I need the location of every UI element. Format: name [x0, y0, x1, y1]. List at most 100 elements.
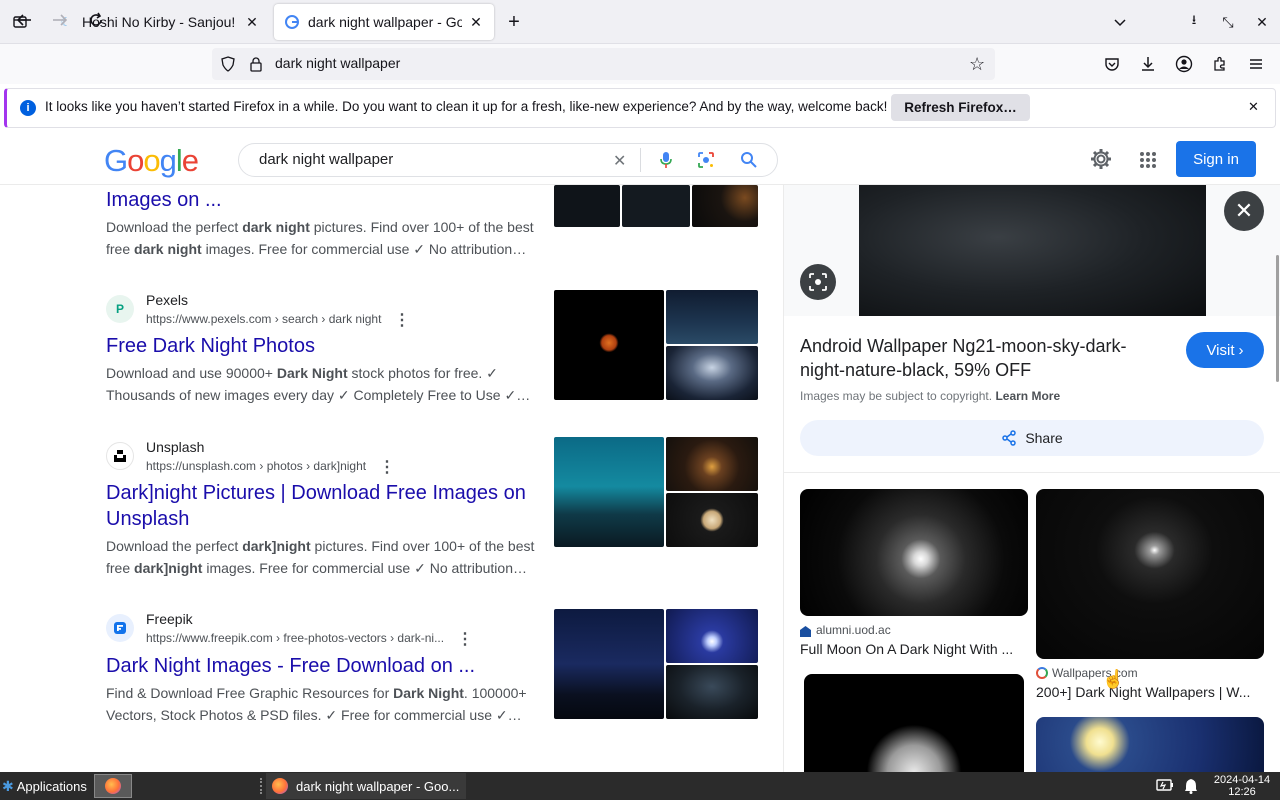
result-thumbnail[interactable]: [666, 346, 758, 400]
account-icon[interactable]: [1170, 50, 1198, 78]
firefox-icon: [272, 778, 288, 794]
freepik-favicon-icon: [106, 614, 134, 642]
learn-more-link[interactable]: Learn More: [995, 389, 1060, 403]
result-snippet: Download and use 90000+ Dark Night stock…: [106, 365, 531, 403]
restore-window-icon[interactable]: ⤡: [1214, 8, 1242, 36]
copyright-notice: Images may be subject to copyright. Lear…: [800, 389, 1061, 403]
panel-scrollbar[interactable]: [1276, 255, 1279, 382]
search-inside-image-lens-icon[interactable]: [800, 264, 836, 300]
related-image-thumbnail[interactable]: [800, 489, 1028, 616]
visit-button[interactable]: Visit ›: [1186, 332, 1264, 368]
xfce-logo-icon: ✱: [2, 777, 14, 794]
search-divider: [640, 148, 641, 172]
panel-divider: [784, 472, 1280, 473]
result-snippet: Find & Download Free Graphic Resources f…: [106, 685, 527, 723]
result-url[interactable]: https://www.freepik.com › free-photos-ve…: [146, 631, 444, 645]
firefox-launcher-button[interactable]: [94, 774, 132, 798]
result-url[interactable]: https://www.pexels.com › search › dark n…: [146, 312, 381, 326]
tab-google-search[interactable]: dark night wallpaper - Goog ✕: [274, 4, 494, 40]
refresh-firefox-button[interactable]: Refresh Firefox…: [891, 94, 1030, 121]
hand-cursor-icon: ☝: [1102, 669, 1125, 689]
result-more-options-icon[interactable]: ⋮: [394, 310, 410, 330]
result-title[interactable]: Dark]night Pictures | Download Free Imag…: [106, 480, 546, 532]
result-title[interactable]: Free Dark Night Photos: [106, 333, 315, 359]
result-title[interactable]: Dark Night Images - Free Download on ...: [106, 653, 475, 679]
result-snippet: Download the perfect dark night pictures…: [106, 219, 534, 257]
new-tab-button[interactable]: +: [500, 8, 528, 36]
search-input[interactable]: dark night wallpaper: [259, 151, 393, 168]
related-image-title[interactable]: Full Moon On A Dark Night With ...: [800, 641, 1028, 657]
result-thumbnail[interactable]: [554, 609, 664, 719]
taskbar-separator: [260, 778, 262, 794]
result-title[interactable]: Images on ...: [106, 187, 222, 213]
result-site-name[interactable]: Unsplash: [146, 439, 204, 455]
clock-time: 12:26: [1228, 786, 1256, 798]
info-icon: i: [20, 100, 36, 116]
notification-bell-icon[interactable]: [1184, 778, 1198, 799]
related-image-source[interactable]: alumni.uod.ac: [816, 623, 891, 637]
list-tabs-chevron-icon[interactable]: [1106, 8, 1134, 36]
taskbar-window-firefox[interactable]: dark night wallpaper - Goo...: [266, 773, 466, 799]
result-thumbnail[interactable]: [554, 290, 664, 400]
unsplash-favicon-icon: [106, 442, 134, 470]
result-thumbnail[interactable]: [692, 185, 758, 227]
result-more-options-icon[interactable]: ⋮: [379, 457, 395, 477]
related-image-thumbnail[interactable]: [1036, 717, 1264, 772]
result-thumbnail[interactable]: [554, 185, 620, 227]
result-url[interactable]: https://unsplash.com › photos › dark]nig…: [146, 459, 366, 473]
close-notification-icon[interactable]: ✕: [1248, 99, 1259, 115]
reload-button[interactable]: [82, 6, 110, 34]
preview-title[interactable]: Android Wallpaper Ng21-moon-sky-dark-nig…: [800, 334, 1160, 382]
search-magnifier-icon[interactable]: [740, 151, 758, 174]
pocket-icon[interactable]: [1098, 50, 1126, 78]
address-bar-text[interactable]: dark night wallpaper: [275, 55, 400, 71]
back-button[interactable]: [10, 6, 38, 34]
minimize-window-icon[interactable]: ⭳: [1180, 8, 1208, 36]
clock-date: 2024-04-14: [1213, 774, 1271, 786]
google-lens-icon[interactable]: [697, 151, 715, 174]
menu-hamburger-icon[interactable]: [1242, 50, 1270, 78]
result-site-name[interactable]: Pexels: [146, 292, 188, 308]
forward-button[interactable]: [46, 6, 74, 34]
close-preview-icon[interactable]: ✕: [1224, 191, 1264, 231]
related-image-thumbnail[interactable]: [1036, 489, 1264, 659]
related-image-thumbnail[interactable]: [804, 674, 1024, 772]
tracking-protection-shield-icon[interactable]: [220, 56, 236, 77]
related-image-title[interactable]: 200+] Dark Night Wallpapers | W...: [1036, 684, 1264, 700]
clock[interactable]: 2024-04-14 12:26: [1212, 774, 1272, 798]
extensions-icon[interactable]: [1206, 50, 1234, 78]
firefox-icon: [105, 778, 121, 794]
clear-search-icon[interactable]: ✕: [613, 151, 626, 171]
result-thumbnail[interactable]: [666, 437, 758, 491]
result-thumbnail[interactable]: [666, 609, 758, 663]
result-thumbnail[interactable]: [622, 185, 690, 227]
result-thumbnail[interactable]: [666, 493, 758, 547]
result-site-name[interactable]: Freepik: [146, 611, 193, 627]
result-thumbnail[interactable]: [666, 665, 758, 719]
voice-search-mic-icon[interactable]: [659, 151, 673, 174]
share-icon: [1001, 430, 1017, 446]
related-image-source[interactable]: Wallpapers.com: [1052, 666, 1138, 680]
notification-message: It looks like you haven’t started Firefo…: [45, 99, 888, 114]
tab-title: dark night wallpaper - Goog: [308, 14, 462, 30]
chevron-right-icon: ›: [1238, 341, 1244, 359]
sign-in-button[interactable]: Sign in: [1176, 141, 1256, 177]
result-more-options-icon[interactable]: ⋮: [457, 629, 473, 649]
downloads-icon[interactable]: [1134, 50, 1162, 78]
result-thumbnail[interactable]: [666, 290, 758, 344]
lock-icon[interactable]: [249, 56, 263, 77]
google-logo[interactable]: Google: [104, 143, 199, 179]
close-tab-icon[interactable]: ✕: [468, 14, 484, 31]
google-favicon-icon: [284, 14, 300, 30]
bookmark-star-icon[interactable]: ☆: [969, 54, 985, 75]
close-window-icon[interactable]: ✕: [1248, 8, 1276, 36]
google-apps-grid-icon[interactable]: [1139, 151, 1157, 174]
result-thumbnail[interactable]: [554, 437, 664, 547]
source-favicon-icon: [1036, 667, 1048, 679]
share-button[interactable]: Share: [800, 420, 1264, 456]
settings-gear-icon[interactable]: [1090, 148, 1112, 175]
preview-image[interactable]: [859, 185, 1206, 316]
battery-icon[interactable]: [1156, 779, 1174, 794]
applications-menu-button[interactable]: ✱ Applications: [2, 773, 87, 799]
close-tab-icon[interactable]: ✕: [244, 14, 260, 31]
